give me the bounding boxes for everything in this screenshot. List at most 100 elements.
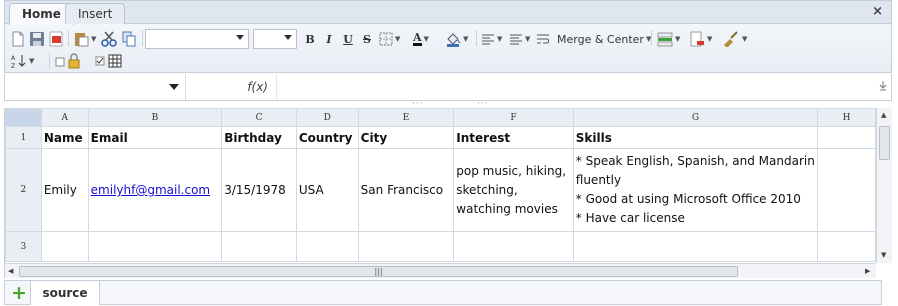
cut-icon[interactable] bbox=[101, 30, 117, 48]
table-cell[interactable] bbox=[572, 231, 819, 262]
table-cell[interactable] bbox=[221, 231, 297, 262]
copy-icon[interactable] bbox=[121, 30, 137, 48]
add-sheet-button[interactable]: + bbox=[11, 283, 27, 303]
borders-button[interactable]: ▼ bbox=[379, 30, 400, 48]
chevron-down-icon bbox=[236, 35, 244, 40]
table-cell[interactable]: 3/15/1978 bbox=[221, 148, 297, 232]
sheet-tab-source[interactable]: source bbox=[30, 281, 100, 305]
horizontal-scrollbar[interactable]: ◀ ||| ▶ bbox=[4, 263, 876, 278]
column-header[interactable]: D bbox=[295, 108, 359, 127]
spreadsheet-editor: Home Insert × ▼ B I U S ▼ A ▼ ▼ ▼ ▼ Merg… bbox=[4, 0, 892, 306]
chevron-down-icon: ▼ bbox=[707, 35, 713, 43]
underline-label: U bbox=[343, 32, 353, 46]
bold-button[interactable]: B bbox=[303, 30, 317, 48]
sort-button[interactable]: A Z ▼ bbox=[11, 52, 34, 70]
font-family-select[interactable] bbox=[145, 29, 249, 49]
scroll-down-icon[interactable]: ▼ bbox=[881, 251, 886, 259]
name-box[interactable] bbox=[5, 74, 186, 100]
chevron-down-icon: ▼ bbox=[423, 35, 429, 43]
font-size-select[interactable] bbox=[253, 29, 297, 49]
table-cell[interactable] bbox=[40, 231, 89, 262]
font-color-button[interactable]: A ▼ bbox=[413, 30, 429, 48]
close-icon[interactable]: × bbox=[872, 4, 883, 19]
table-cell[interactable] bbox=[453, 231, 574, 262]
column-header[interactable]: F bbox=[453, 108, 574, 127]
table-cell[interactable]: Name bbox=[40, 126, 89, 149]
svg-text:A: A bbox=[11, 55, 16, 62]
expand-formula-icon[interactable] bbox=[879, 81, 887, 94]
merge-center-button[interactable]: Merge & Center ▼ bbox=[557, 30, 651, 48]
column-header[interactable]: C bbox=[221, 108, 297, 127]
vertical-align-button[interactable]: ▼ bbox=[481, 30, 502, 48]
strikethrough-button[interactable]: S bbox=[360, 30, 374, 48]
paste-button[interactable]: ▼ bbox=[73, 30, 96, 48]
vertical-scrollbar[interactable]: ▲ ▼ bbox=[876, 108, 892, 263]
wrap-text-icon[interactable] bbox=[536, 30, 550, 48]
fx-label: f(x) bbox=[187, 74, 277, 100]
column-header[interactable]: A bbox=[40, 108, 89, 127]
select-all-corner[interactable] bbox=[5, 108, 42, 127]
fill-color-button[interactable]: ▼ bbox=[445, 30, 468, 48]
italic-button[interactable]: I bbox=[322, 30, 336, 48]
vertical-scroll-thumb[interactable] bbox=[879, 126, 890, 160]
table-cell[interactable] bbox=[295, 231, 359, 262]
ribbon-tabs: Home Insert × bbox=[5, 1, 891, 25]
table-cell[interactable]: Emily bbox=[40, 148, 89, 232]
horizontal-align-button[interactable]: ▼ bbox=[509, 30, 530, 48]
italic-label: I bbox=[326, 32, 332, 46]
svg-text:Z: Z bbox=[11, 63, 15, 69]
chevron-down-icon: ▼ bbox=[675, 35, 681, 43]
table-cell[interactable] bbox=[817, 231, 876, 262]
table-cell[interactable]: Birthday bbox=[221, 126, 297, 149]
scroll-left-icon[interactable]: ◀ bbox=[8, 267, 13, 275]
toolbar-divider bbox=[476, 30, 477, 46]
table-cell[interactable] bbox=[817, 126, 876, 149]
row-header[interactable]: 2 bbox=[5, 148, 42, 232]
gridlines-toggle-button[interactable] bbox=[95, 52, 125, 70]
row-header[interactable]: 1 bbox=[5, 126, 42, 149]
table-cell[interactable]: Interest bbox=[453, 126, 574, 149]
table-cell[interactable]: Email bbox=[87, 126, 223, 149]
save-icon[interactable] bbox=[29, 30, 45, 48]
chevron-down-icon: ▼ bbox=[525, 35, 531, 43]
table-cell[interactable]: emilyhf@gmail.com bbox=[87, 148, 223, 232]
column-header[interactable]: H bbox=[817, 108, 876, 127]
table-cell[interactable]: * Speak English, Spanish, and Mandarin f… bbox=[572, 148, 819, 232]
table-cell[interactable]: Skills bbox=[572, 126, 819, 149]
table-cell[interactable]: pop music, hiking, sketching, watching m… bbox=[453, 148, 574, 232]
font-color-label: A bbox=[413, 31, 422, 46]
chevron-down-icon: ▼ bbox=[497, 35, 503, 43]
chevron-down-icon: ▼ bbox=[395, 35, 401, 43]
scroll-right-icon[interactable]: ▶ bbox=[865, 267, 870, 275]
horizontal-scroll-thumb[interactable]: ||| bbox=[19, 266, 738, 277]
table-cell[interactable]: Country bbox=[295, 126, 359, 149]
scroll-up-icon[interactable]: ▲ bbox=[881, 111, 886, 119]
tab-insert[interactable]: Insert bbox=[65, 3, 126, 24]
spreadsheet-grid: A B C D E F G H 1 Name Email Birthday Co… bbox=[4, 108, 876, 263]
table-cell[interactable] bbox=[357, 231, 455, 262]
table-cell[interactable]: USA bbox=[295, 148, 359, 232]
email-link[interactable]: emilyhf@gmail.com bbox=[91, 183, 210, 197]
merge-center-label: Merge & Center bbox=[557, 32, 644, 46]
cell-table: A B C D E F G H 1 Name Email Birthday Co… bbox=[5, 108, 876, 262]
table-cell[interactable] bbox=[817, 148, 876, 232]
delete-row-button[interactable]: ▼ bbox=[689, 30, 712, 48]
clear-format-button[interactable]: ▼ bbox=[722, 30, 747, 48]
formula-input[interactable] bbox=[278, 74, 870, 100]
table-cell[interactable] bbox=[87, 231, 223, 262]
column-header-row: A B C D E F G H bbox=[5, 108, 876, 127]
toolbar-divider bbox=[68, 30, 69, 46]
row-header[interactable]: 3 bbox=[5, 231, 42, 262]
table-cell[interactable]: San Francisco bbox=[357, 148, 455, 232]
table-cell[interactable]: City bbox=[357, 126, 455, 149]
column-header[interactable]: B bbox=[87, 108, 223, 127]
formula-bar: f(x) bbox=[4, 74, 892, 101]
insert-row-button[interactable]: ▼ bbox=[657, 30, 680, 48]
lock-cell-button[interactable] bbox=[55, 52, 83, 70]
new-document-icon[interactable] bbox=[11, 30, 25, 48]
underline-button[interactable]: U bbox=[341, 30, 355, 48]
pdf-export-icon[interactable] bbox=[48, 30, 64, 48]
column-header[interactable]: E bbox=[357, 108, 455, 127]
column-header[interactable]: G bbox=[572, 108, 819, 127]
chevron-down-icon bbox=[284, 35, 292, 40]
